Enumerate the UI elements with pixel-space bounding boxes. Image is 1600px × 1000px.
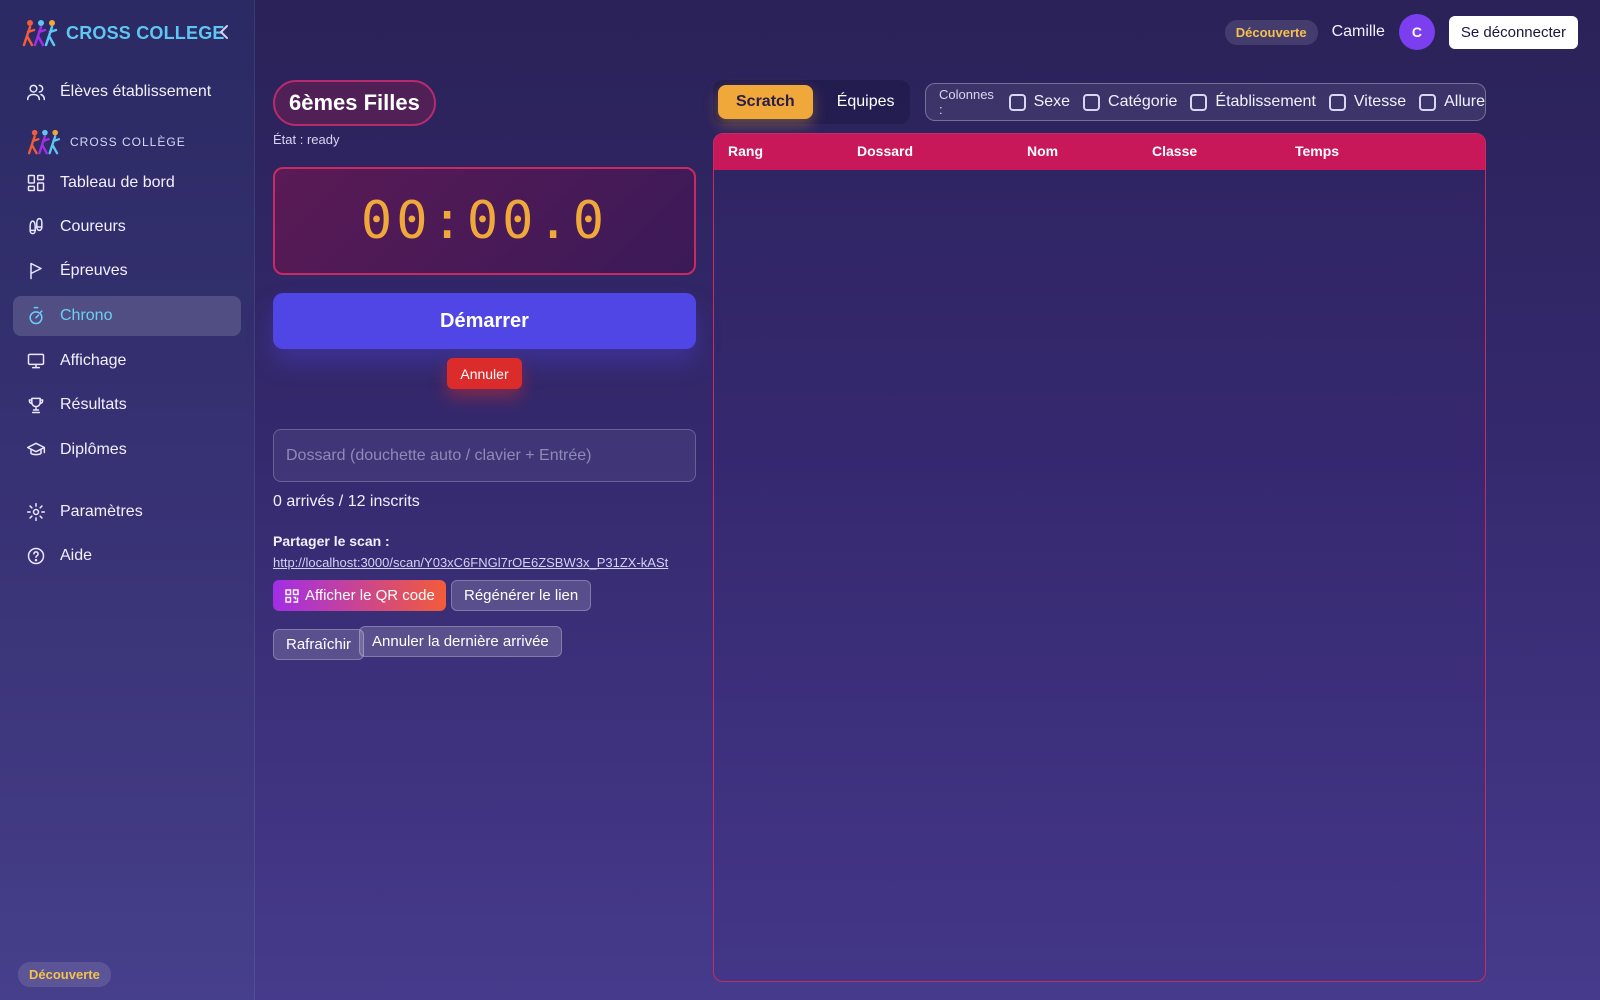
sidebar-item-label: Aide <box>60 547 93 564</box>
sidebar-item-label: Coureurs <box>60 218 126 235</box>
view-toggle: Scratch Équipes <box>713 80 910 124</box>
footprints-icon <box>29 217 43 235</box>
timer-value: 00:00.0 <box>360 191 609 251</box>
flag-icon <box>30 262 42 280</box>
checkbox[interactable] <box>1190 93 1208 111</box>
refresh-button[interactable]: Rafraîchir <box>273 629 365 660</box>
column-option-allure[interactable]: Allure <box>1419 93 1485 111</box>
runners-logo-icon <box>27 129 61 155</box>
plan-badge: Découverte <box>1224 19 1318 45</box>
race-title: 6èmes Filles <box>273 80 436 126</box>
brand-name: CROSS COLLEGE <box>66 22 225 43</box>
tab-equipes[interactable]: Équipes <box>819 85 913 119</box>
monitor-icon <box>27 353 45 369</box>
sidebar-item-epreuves[interactable]: Épreuves <box>13 251 241 291</box>
plan-badge: Découverte <box>18 962 111 987</box>
show-qr-button[interactable]: Afficher le QR code <box>273 580 446 611</box>
sidebar-item-label: Résultats <box>60 396 127 413</box>
column-header-nom[interactable]: Nom <box>1027 143 1058 159</box>
column-option-vitesse[interactable]: Vitesse <box>1328 93 1407 111</box>
sidebar-item-aide[interactable]: Aide <box>13 536 241 576</box>
column-header-classe[interactable]: Classe <box>1152 143 1197 159</box>
share-label: Partager le scan : <box>273 533 390 549</box>
logout-button[interactable]: Se déconnecter <box>1448 15 1578 49</box>
regenerate-link-button[interactable]: Régénérer le lien <box>451 580 592 611</box>
graduation-cap-icon <box>26 442 46 456</box>
column-header-dossard[interactable]: Dossard <box>857 143 913 159</box>
results-table: Rang Dossard Nom Classe Temps <box>713 133 1486 982</box>
checkbox[interactable] <box>1083 93 1101 111</box>
race-state: État : ready <box>273 132 340 147</box>
column-option-label: Allure <box>1444 93 1485 110</box>
section-label: CROSS COLLÈGE <box>26 128 186 156</box>
sidebar-item-diplomes[interactable]: Diplômes <box>13 430 241 470</box>
topbar: Découverte Camille C Se déconnecter <box>1224 14 1578 50</box>
avatar[interactable]: C <box>1398 14 1435 50</box>
column-option-label: Sexe <box>1033 93 1071 110</box>
brand[interactable]: CROSS COLLEGE <box>22 18 225 48</box>
sidebar-item-dashboard[interactable]: Tableau de bord <box>13 163 241 203</box>
sidebar-item-affichage[interactable]: Affichage <box>13 341 241 381</box>
column-option-etablissement[interactable]: Établissement <box>1190 93 1316 111</box>
arrivals-count: 0 arrivés / 12 inscrits <box>273 493 420 510</box>
sidebar-item-resultats[interactable]: Résultats <box>13 385 241 425</box>
section-label-text: CROSS COLLÈGE <box>70 135 186 149</box>
table-header: Rang Dossard Nom Classe Temps <box>714 134 1485 170</box>
sidebar-item-eleves[interactable]: Élèves établissement <box>13 72 241 112</box>
sidebar-item-label: Affichage <box>60 352 127 369</box>
start-button[interactable]: Démarrer <box>273 293 696 349</box>
column-header-rang[interactable]: Rang <box>728 143 763 159</box>
columns-label: Colonnes : <box>939 87 994 117</box>
sidebar: CROSS COLLEGE Élèves établissement CROSS… <box>0 0 255 1000</box>
sidebar-item-label: Paramètres <box>60 503 143 520</box>
users-icon <box>26 84 46 101</box>
sidebar-item-chrono[interactable]: Chrono <box>13 296 241 336</box>
column-option-label: Établissement <box>1215 93 1316 110</box>
show-qr-label: Afficher le QR code <box>305 587 435 604</box>
cancel-button[interactable]: Annuler <box>447 358 522 389</box>
sidebar-item-label: Tableau de bord <box>60 174 175 191</box>
user-name: Camille <box>1331 23 1385 40</box>
columns-selector: Colonnes : Sexe Catégorie Établissement … <box>925 83 1486 121</box>
trophy-icon <box>28 397 44 414</box>
sidebar-item-label: Chrono <box>60 307 113 324</box>
sidebar-item-parametres[interactable]: Paramètres <box>13 492 241 532</box>
sidebar-item-coureurs[interactable]: Coureurs <box>13 207 241 247</box>
gear-icon <box>26 502 46 522</box>
bib-input[interactable] <box>273 429 696 482</box>
sidebar-item-label: Élèves établissement <box>60 83 212 100</box>
qr-code-icon <box>285 588 299 603</box>
column-header-temps[interactable]: Temps <box>1295 143 1339 159</box>
sidebar-item-label: Diplômes <box>60 441 127 458</box>
chevron-left-icon[interactable] <box>214 22 234 42</box>
tab-scratch[interactable]: Scratch <box>718 85 813 119</box>
sidebar-item-label: Épreuves <box>60 262 128 279</box>
column-option-sexe[interactable]: Sexe <box>1008 93 1071 111</box>
column-option-label: Catégorie <box>1108 93 1178 110</box>
undo-last-arrival-button[interactable]: Annuler la dernière arrivée <box>359 626 562 657</box>
dashboard-icon <box>27 174 45 192</box>
checkbox[interactable] <box>1008 93 1026 111</box>
checkbox[interactable] <box>1328 93 1346 111</box>
timer-display: 00:00.0 <box>273 167 696 275</box>
share-link[interactable]: http://localhost:3000/scan/Y03xC6FNGl7rO… <box>273 555 668 570</box>
checkbox[interactable] <box>1419 93 1437 111</box>
runners-logo-icon <box>22 20 58 47</box>
help-icon <box>27 547 45 565</box>
stopwatch-icon <box>29 306 43 325</box>
column-option-label: Vitesse <box>1353 93 1407 110</box>
column-option-categorie[interactable]: Catégorie <box>1083 93 1177 111</box>
